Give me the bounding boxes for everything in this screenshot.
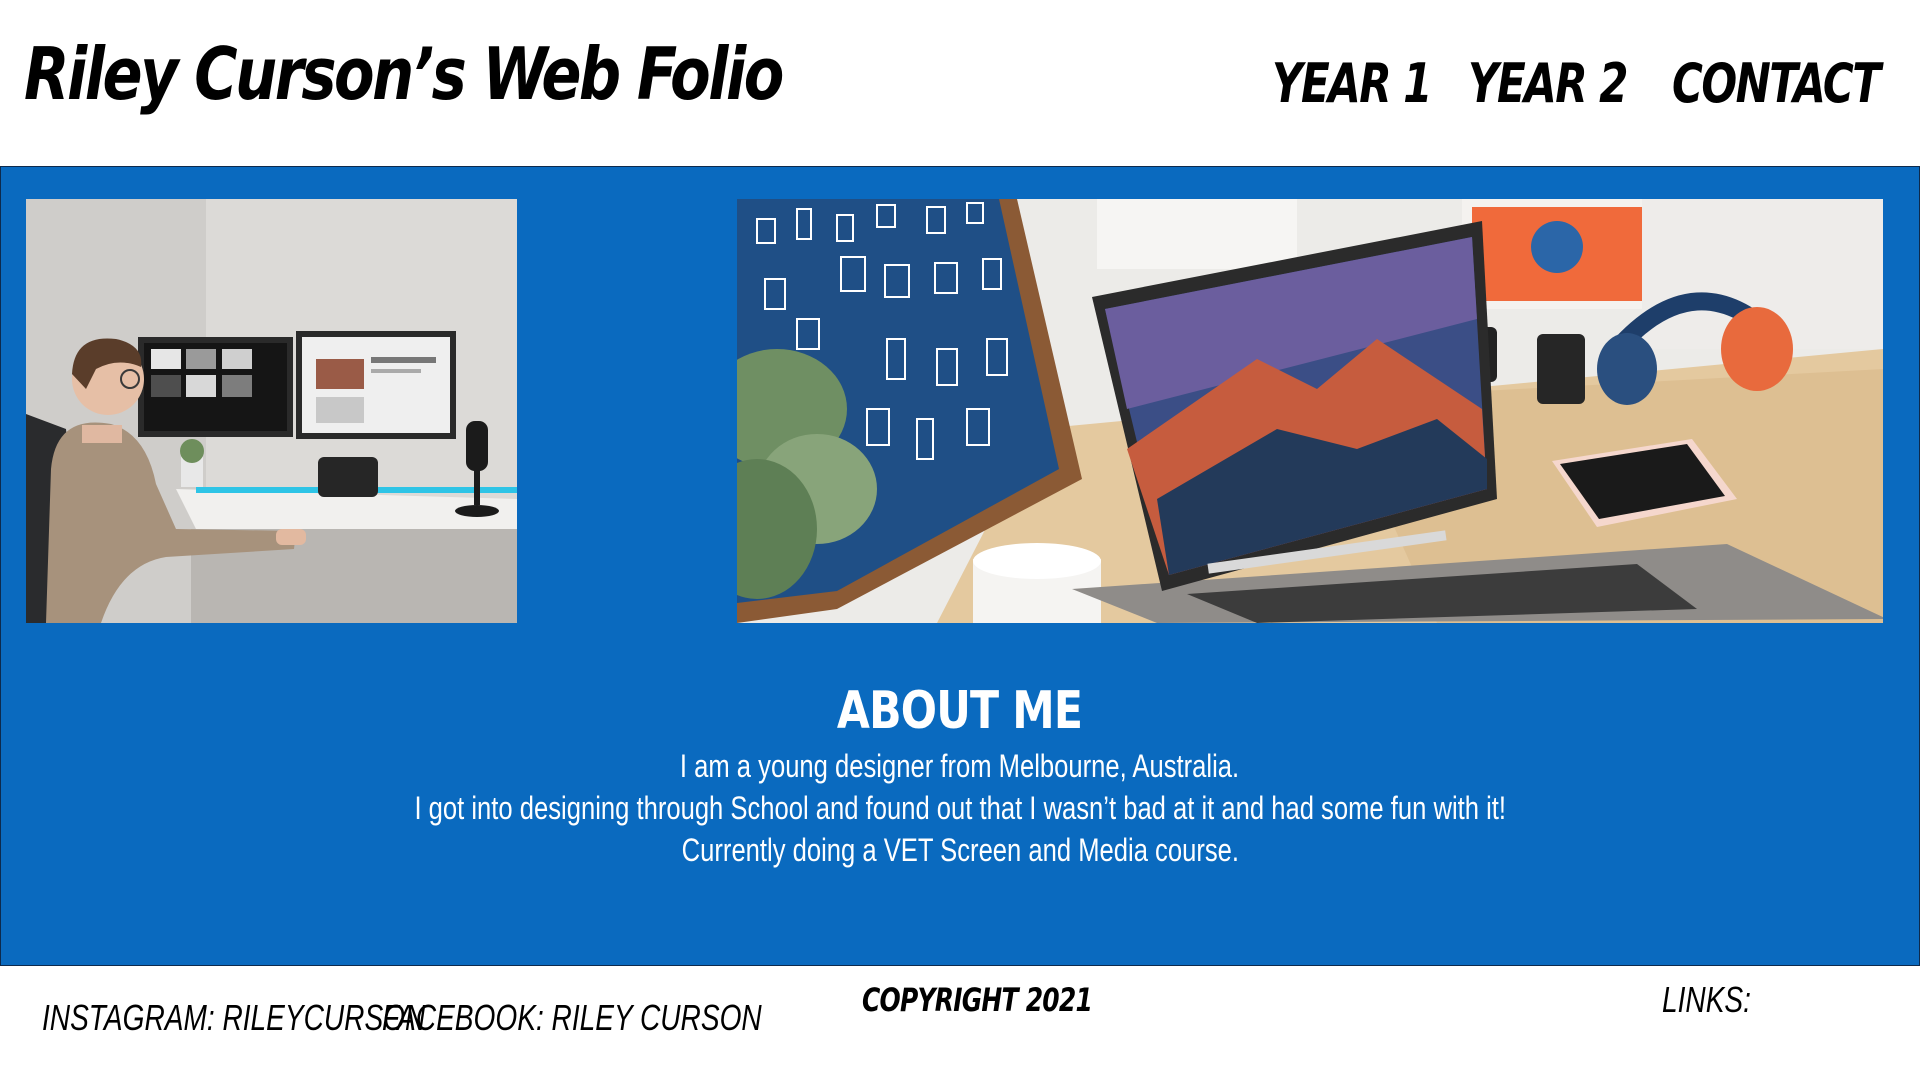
instagram-link[interactable]: INSTAGRAM: RILEYCURSON (42, 996, 425, 1040)
copyright-text: COPYRIGHT 2021 (862, 981, 1093, 1019)
nav-year-2[interactable]: YEAR 2 (1468, 44, 1628, 124)
site-header: Riley Curson’s Web Folio YEAR 1 YEAR 2 C… (0, 0, 1920, 166)
about-line-text: Currently doing a VET Screen and Media c… (681, 832, 1239, 868)
about-line-text: I got into designing through School and … (414, 790, 1506, 826)
about-line: Currently doing a VET Screen and Media c… (1, 829, 1919, 871)
about-section: ABOUT ME I am a young designer from Melb… (0, 166, 1920, 966)
links-label: LINKS: (1662, 979, 1751, 1020)
about-line: I am a young designer from Melbourne, Au… (1, 745, 1919, 787)
site-footer: INSTAGRAM: RILEYCURSON FACEBOOK: RILEY C… (0, 966, 1920, 1080)
about-line-text: I am a young designer from Melbourne, Au… (680, 748, 1240, 784)
laptop-workspace-photo (737, 199, 1883, 623)
site-title: Riley Curson’s Web Folio (24, 32, 784, 116)
about-heading-text: ABOUT ME (837, 681, 1083, 741)
designer-at-desk-photo (26, 199, 517, 623)
about-description: I am a young designer from Melbourne, Au… (1, 745, 1919, 871)
about-line: I got into designing through School and … (1, 787, 1919, 829)
about-heading: ABOUT ME (1, 679, 1919, 743)
nav-year-1[interactable]: YEAR 1 (1272, 44, 1432, 124)
nav-contact[interactable]: CONTACT (1672, 44, 1881, 124)
facebook-link[interactable]: FACEBOOK: RILEY CURSON (382, 996, 762, 1040)
